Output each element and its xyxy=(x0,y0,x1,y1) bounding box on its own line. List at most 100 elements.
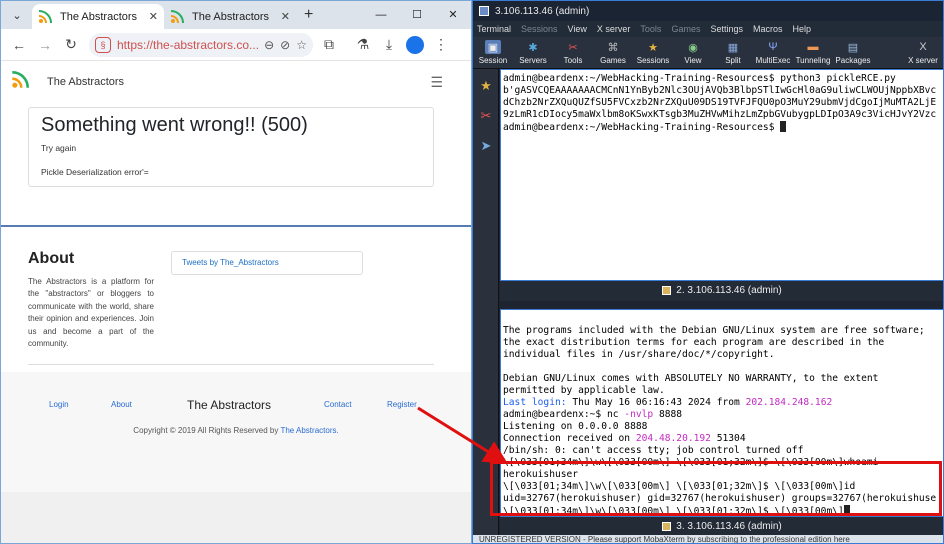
terminal-cursor xyxy=(780,121,787,132)
term-line: individual files in /usr/share/doc/*/cop… xyxy=(503,349,775,360)
site-brand[interactable]: The Abstractors xyxy=(47,76,124,88)
term-line: admin@beardenx:~/WebHacking-Training-Res… xyxy=(503,73,896,84)
term-line: permitted by applicable law. xyxy=(503,385,665,396)
sidebar-send-icon[interactable]: ➤ xyxy=(475,133,497,159)
reload-icon[interactable]: ↻ xyxy=(59,33,83,57)
tab-title: The Abstractors xyxy=(60,10,138,23)
zoom-icon[interactable]: ⊖ xyxy=(264,38,274,52)
bookmark-star-icon[interactable]: ☆ xyxy=(296,38,307,52)
tracking-icon[interactable]: ⊘ xyxy=(280,38,290,52)
term-line: dChzb2NrZXQuQUZfSU5FVCxzb2NrZXQuU09DS19T… xyxy=(503,97,937,108)
tool-label: Session xyxy=(478,56,508,65)
menu-view[interactable]: View xyxy=(568,21,587,37)
tool-session[interactable]: ▣ Session xyxy=(473,37,513,68)
footer-register-link[interactable]: Register xyxy=(387,400,417,409)
last-login-text: Thu May 16 06:16:43 2024 from xyxy=(566,397,746,408)
menu-xserver[interactable]: X server xyxy=(597,21,631,37)
xserver-icon: X xyxy=(919,41,927,53)
tool-label: Tools xyxy=(563,56,583,65)
term-prompt: admin@beardenx:~/WebHacking-Training-Res… xyxy=(503,122,781,133)
page-bottom xyxy=(1,492,471,543)
new-tab-icon[interactable]: + xyxy=(304,6,313,24)
tab-active[interactable]: The Abstractors ✕ xyxy=(32,4,164,29)
tab-title: The Abstractors xyxy=(192,10,270,23)
tab-close-icon[interactable]: ✕ xyxy=(149,10,158,23)
error-detail: Pickle Deserialization error'= xyxy=(41,167,149,177)
pane-label-2[interactable]: 2. 3.106.113.46 (admin) xyxy=(500,281,943,301)
pane-label-text: 3. 3.106.113.46 (admin) xyxy=(676,521,782,532)
copyright-link[interactable]: The Abstractors. xyxy=(280,426,338,435)
extensions-icon[interactable]: ⧉ xyxy=(317,33,341,57)
sidebar-tools-icon[interactable]: ✂ xyxy=(475,103,497,129)
forward-arrow-icon[interactable]: → xyxy=(33,33,57,57)
tool-split[interactable]: ▦ Split xyxy=(713,37,753,68)
menu-macros[interactable]: Macros xyxy=(753,21,783,37)
tool-multiexec[interactable]: Ψ MultiExec xyxy=(753,37,793,68)
terminal-pane-2[interactable]: admin@beardenx:~/WebHacking-Training-Res… xyxy=(500,69,943,281)
pane-label-3[interactable]: 3. 3.106.113.46 (admin) xyxy=(500,517,943,537)
tool-tunneling[interactable]: ▬ Tunneling xyxy=(793,37,833,68)
term-line: admin@beardenx:~$ nc -nvlp 8888 xyxy=(503,409,941,421)
hamburger-menu-icon[interactable]: ☰ xyxy=(430,74,443,91)
tab-close-icon[interactable]: ✕ xyxy=(281,10,290,23)
menu-terminal[interactable]: Terminal xyxy=(477,21,511,37)
profile-avatar[interactable] xyxy=(403,33,427,57)
close-window-icon[interactable]: ✕ xyxy=(435,1,471,29)
sidebar-star-icon[interactable]: ★ xyxy=(475,73,497,99)
menu-tools[interactable]: Tools xyxy=(640,21,661,37)
site-navbar: The Abstractors ☰ xyxy=(1,62,471,102)
tool-packages[interactable]: ▤ Packages xyxy=(833,37,873,68)
highlight-box xyxy=(490,461,942,516)
moba-status-bar: UNREGISTERED VERSION - Please support Mo… xyxy=(473,535,943,543)
tool-servers[interactable]: ✱ Servers xyxy=(513,37,553,68)
address-bar[interactable]: § https://the-abstractors.co... ⊖ ⊘ ☆ xyxy=(89,32,313,57)
tweets-link[interactable]: Tweets by The_Abstractors xyxy=(171,251,363,275)
term-line: Connection received on 204.48.20.192 513… xyxy=(503,433,941,445)
minimize-icon[interactable]: — xyxy=(363,1,399,29)
maximize-icon[interactable]: ☐ xyxy=(399,1,435,29)
tool-label: Games xyxy=(600,56,626,65)
term-line: the exact distribution terms for each pr… xyxy=(503,337,885,348)
tab-inactive[interactable]: The Abstractors ✕ xyxy=(164,4,296,29)
moba-window-title: 3.106.113.46 (admin) xyxy=(495,5,590,17)
footer-about-link[interactable]: About xyxy=(111,400,132,409)
session-icon: ▣ xyxy=(485,40,501,54)
terminal-tab-icon xyxy=(662,521,672,531)
footer-login-link[interactable]: Login xyxy=(49,400,69,409)
menu-sessions[interactable]: Sessions xyxy=(521,21,558,37)
packages-icon: ▤ xyxy=(847,41,859,54)
footer-title: The Abstractors xyxy=(187,398,272,412)
pane-label-text: 2. 3.106.113.46 (admin) xyxy=(676,285,782,296)
footer-rule xyxy=(28,364,434,365)
error-card: Something went wrong!! (500) Try again P… xyxy=(28,107,434,187)
tool-xserver[interactable]: X X server xyxy=(903,37,943,68)
moba-titlebar: 3.106.113.46 (admin) xyxy=(473,1,943,21)
term-line: b'gASVCQEAAAAAAACMCnN1YnByb2Nlc3OUjAVQb3… xyxy=(503,85,937,96)
rss-logo-icon[interactable] xyxy=(11,70,29,94)
about-section: About The Abstractors is a platform for … xyxy=(28,250,154,350)
tool-view[interactable]: ◉ View xyxy=(673,37,713,68)
site-info-icon[interactable]: § xyxy=(95,36,111,53)
tool-games[interactable]: ⌘ Games xyxy=(593,37,633,68)
footer-contact-link[interactable]: Contact xyxy=(324,400,352,409)
tunneling-icon: ▬ xyxy=(807,41,819,53)
menu-settings[interactable]: Settings xyxy=(710,21,743,37)
term-line: 9zLmR1cDIocy5maWxlbm8oKSwxKTsgb3MuZHVwMi… xyxy=(503,109,937,120)
download-icon[interactable]: ⤓ xyxy=(377,33,401,57)
last-login-ip: 202.184.248.162 xyxy=(745,397,833,408)
tab-search-button[interactable]: ⌄ xyxy=(5,4,29,26)
tool-sessions[interactable]: ★ Sessions xyxy=(633,37,673,68)
labs-icon[interactable]: ⚗ xyxy=(351,33,375,57)
menu-help[interactable]: Help xyxy=(793,21,812,37)
tool-label: Packages xyxy=(835,56,871,65)
moba-menubar: Terminal Sessions View X server Tools Ga… xyxy=(473,21,943,37)
term-line: The programs included with the Debian GN… xyxy=(503,325,925,336)
tool-label: View xyxy=(684,56,702,65)
menu-games[interactable]: Games xyxy=(671,21,700,37)
multiexec-icon: Ψ xyxy=(768,41,778,53)
tool-label: MultiExec xyxy=(755,56,791,65)
tool-tools[interactable]: ✂ Tools xyxy=(553,37,593,68)
menu-kebab-icon[interactable]: ⋮ xyxy=(429,33,453,57)
back-arrow-icon[interactable]: ← xyxy=(7,33,31,57)
nc-port: 8888 xyxy=(653,409,683,420)
